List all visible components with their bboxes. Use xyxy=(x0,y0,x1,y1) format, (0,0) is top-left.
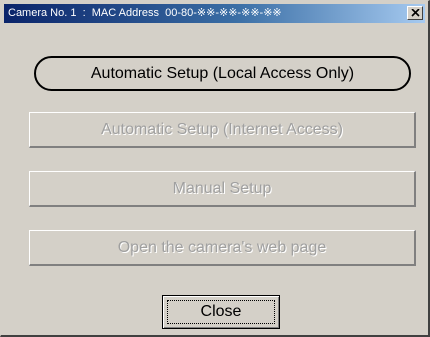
automatic-setup-local-button[interactable]: Automatic Setup (Local Access Only) xyxy=(34,56,411,91)
window-title: Camera No. 1 : MAC Address 00-80-※※-※※-※… xyxy=(8,7,282,19)
manual-setup-button[interactable]: Manual Setup xyxy=(29,171,416,207)
automatic-setup-local-label: Automatic Setup (Local Access Only) xyxy=(90,64,355,82)
automatic-setup-internet-button[interactable]: Automatic Setup (Internet Access) xyxy=(29,112,416,148)
camera-setup-dialog: Camera No. 1 : MAC Address 00-80-※※-※※-※… xyxy=(0,0,430,337)
open-web-page-label: Open the camera's web page xyxy=(117,238,327,256)
focus-ring xyxy=(167,300,275,324)
open-web-page-button[interactable]: Open the camera's web page xyxy=(29,230,416,266)
manual-setup-label: Manual Setup xyxy=(172,179,272,197)
title-bar[interactable]: Camera No. 1 : MAC Address 00-80-※※-※※-※… xyxy=(4,4,425,23)
close-icon xyxy=(410,9,420,17)
close-button[interactable]: Close xyxy=(162,295,280,329)
titlebar-close-button[interactable] xyxy=(407,6,423,20)
automatic-setup-internet-label: Automatic Setup (Internet Access) xyxy=(101,120,343,138)
